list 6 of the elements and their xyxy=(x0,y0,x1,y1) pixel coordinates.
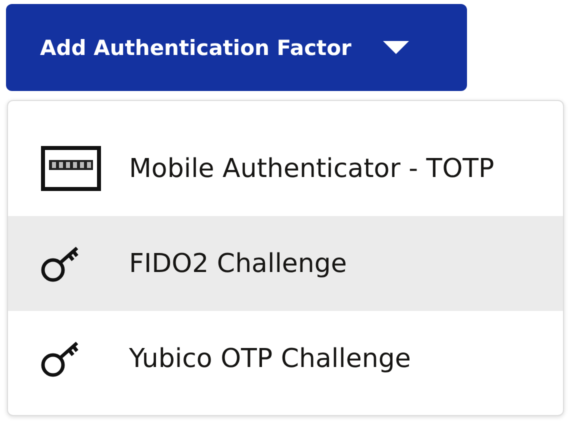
menu-item[interactable]: Yubico OTP Challenge xyxy=(8,311,563,406)
device-icon xyxy=(41,146,101,191)
add-factor-button[interactable]: Add Authentication Factor xyxy=(6,4,467,91)
caret-icon xyxy=(383,40,410,54)
menu-item[interactable]: FIDO2 Challenge xyxy=(8,216,563,311)
menu-item[interactable]: Mobile Authenticator - TOTP xyxy=(8,121,563,216)
